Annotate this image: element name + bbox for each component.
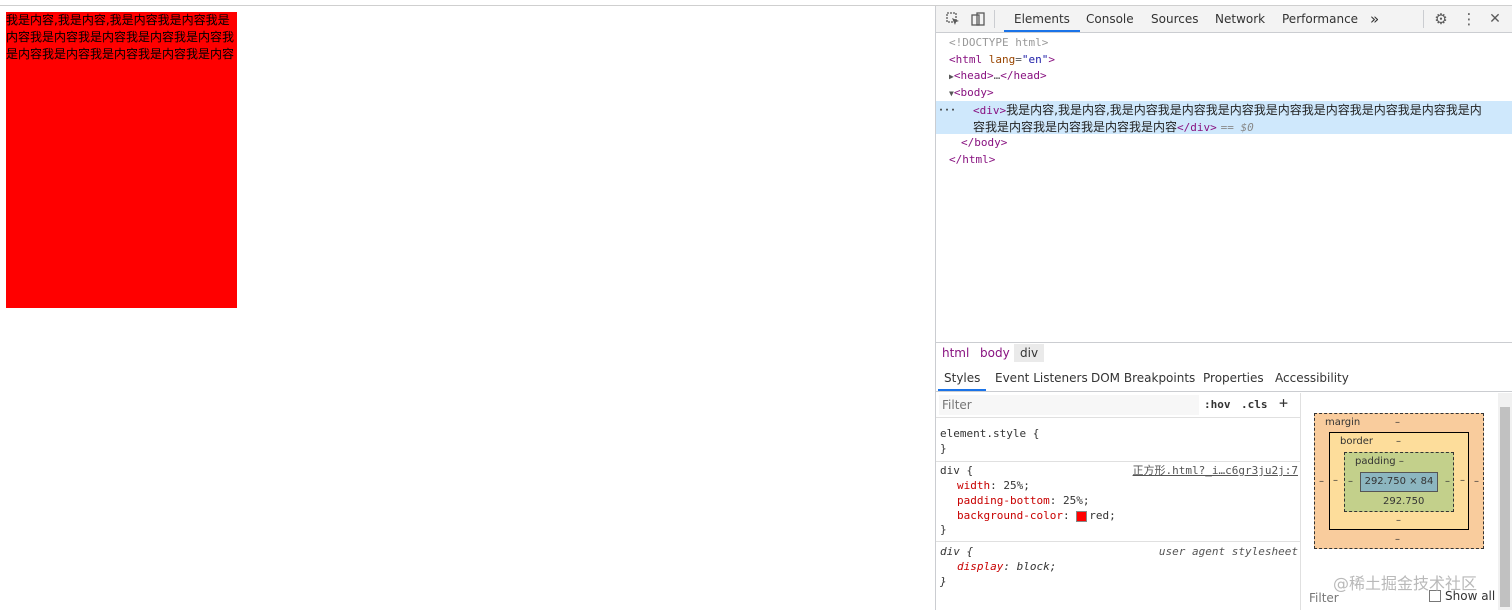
border-left-value: –: [1333, 475, 1338, 486]
page-viewport: 我是内容,我是内容,我是内容我是内容我是内容我是内容我是内容我是内容我是内容我是…: [0, 6, 935, 610]
red-content-div: 我是内容,我是内容,我是内容我是内容我是内容我是内容我是内容我是内容我是内容我是…: [6, 12, 237, 308]
ua-stylesheet-label: user agent stylesheet: [1158, 545, 1298, 558]
margin-right-value: –: [1474, 476, 1479, 487]
styles-pane: element.style { } div { 正方形.html?_i…c6gr…: [936, 417, 1300, 610]
rule-close-brace: }: [940, 442, 947, 455]
rule-close-brace: }: [940, 523, 947, 536]
ua-div-selector: div {: [940, 545, 974, 558]
html-open-line[interactable]: <html lang="en">: [949, 52, 1055, 69]
tab-event-listeners[interactable]: Event Listeners: [989, 365, 1094, 391]
tab-styles[interactable]: Styles: [938, 365, 987, 391]
tab-properties[interactable]: Properties: [1197, 365, 1270, 391]
device-toolbar-icon[interactable]: [969, 10, 987, 28]
border-label: border: [1340, 436, 1374, 447]
node-options-dots[interactable]: ···: [938, 103, 956, 120]
devtools-panel: Elements Console Sources Network Perform…: [935, 6, 1512, 610]
hov-toggle[interactable]: :hov: [1204, 398, 1231, 411]
div-node-line[interactable]: <div>我是内容,我是内容,我是内容我是内容我是内容我是内容我是内容我是内容我…: [973, 102, 1482, 120]
breadcrumb-body[interactable]: body: [974, 346, 1016, 360]
tab-elements[interactable]: Elements: [1004, 6, 1080, 32]
element-style-rule: element.style { }: [936, 417, 1300, 462]
div-selector[interactable]: div {: [940, 464, 973, 479]
more-options-icon[interactable]: ⋮: [1460, 10, 1478, 28]
tab-performance[interactable]: Performance: [1272, 6, 1368, 32]
tab-dom-breakpoints[interactable]: DOM Breakpoints: [1085, 365, 1201, 391]
breadcrumb: html body div: [936, 342, 1512, 366]
color-swatch-icon[interactable]: [1076, 510, 1088, 522]
box-model-content[interactable]: 292.750 × 84: [1360, 472, 1438, 492]
body-close-line[interactable]: </body>: [961, 135, 1007, 152]
margin-left-value: –: [1319, 476, 1324, 487]
close-icon[interactable]: ✕: [1486, 10, 1504, 28]
css-property-padding-bottom[interactable]: padding-bottom: 25%;: [957, 494, 1089, 509]
styles-filter-input[interactable]: [939, 395, 1199, 415]
tab-network[interactable]: Network: [1205, 6, 1275, 32]
element-style-selector[interactable]: element.style {: [940, 427, 1039, 442]
body-open-line[interactable]: ▼<body>: [949, 85, 994, 103]
scrollbar[interactable]: [1498, 393, 1512, 610]
tab-console[interactable]: Console: [1076, 6, 1144, 32]
new-rule-button[interactable]: +: [1279, 394, 1288, 412]
padding-label: padding –: [1355, 456, 1404, 467]
inspect-element-icon[interactable]: [944, 10, 962, 28]
box-model-padding[interactable]: padding – – – 292.750 × 84 292.750: [1344, 452, 1454, 512]
padding-right-value: –: [1445, 476, 1450, 487]
padding-left-value: –: [1348, 476, 1353, 487]
css-property-width[interactable]: width: 25%;: [957, 479, 1030, 494]
div-rule-source-link[interactable]: 正方形.html?_i…c6gr3ju2j:7: [1133, 464, 1298, 479]
html-close-line[interactable]: </html>: [949, 152, 995, 169]
padding-bottom-value: 292.750: [1383, 496, 1425, 507]
dom-tree: <!DOCTYPE html> <html lang="en"> ▶<head>…: [936, 33, 1512, 342]
doctype-line: <!DOCTYPE html>: [949, 36, 1049, 49]
css-property-background-color[interactable]: background-color: red;: [957, 509, 1116, 524]
margin-top-value: –: [1395, 417, 1400, 428]
breadcrumb-html[interactable]: html: [936, 346, 975, 360]
box-model-margin[interactable]: margin – – – – border – – – – padding – …: [1314, 413, 1484, 549]
head-line[interactable]: ▶<head>…</head>: [949, 68, 1047, 86]
scrollbar-thumb[interactable]: [1500, 407, 1510, 607]
toolbar-separator: [1423, 10, 1424, 28]
devtools-tabbar: Elements Console Sources Network Perform…: [936, 6, 1512, 33]
tab-sources[interactable]: Sources: [1141, 6, 1208, 32]
watermark-text: @稀土掘金技术社区: [1333, 574, 1478, 593]
styles-subtabs: Styles Event Listeners DOM Breakpoints P…: [936, 365, 1512, 392]
toolbar-separator: [994, 10, 995, 28]
css-property-display: display: block;: [957, 560, 1057, 573]
div-node-line-2[interactable]: 容我是内容我是内容我是内容我是内容</div> == $0: [973, 119, 1254, 137]
border-top-value: –: [1396, 436, 1401, 447]
border-right-value: –: [1460, 475, 1465, 486]
box-model-border[interactable]: border – – – – padding – – – 292.750 × 8…: [1329, 432, 1469, 530]
margin-label: margin: [1325, 417, 1361, 428]
cls-toggle[interactable]: .cls: [1241, 398, 1268, 411]
margin-bottom-value: –: [1395, 534, 1400, 545]
div-rule: div { 正方形.html?_i…c6gr3ju2j:7 width: 25%…: [936, 461, 1300, 542]
rule-close-brace: }: [940, 575, 947, 588]
ua-div-rule: div { user agent stylesheet display: blo…: [936, 541, 1300, 593]
tab-accessibility[interactable]: Accessibility: [1269, 365, 1355, 391]
border-bottom-value: –: [1396, 515, 1401, 526]
more-tabs-button[interactable]: »: [1360, 6, 1389, 32]
breadcrumb-div[interactable]: div: [1014, 344, 1045, 362]
settings-gear-icon[interactable]: ⚙: [1432, 10, 1450, 28]
styles-filter-bar: :hov .cls +: [936, 393, 1300, 418]
